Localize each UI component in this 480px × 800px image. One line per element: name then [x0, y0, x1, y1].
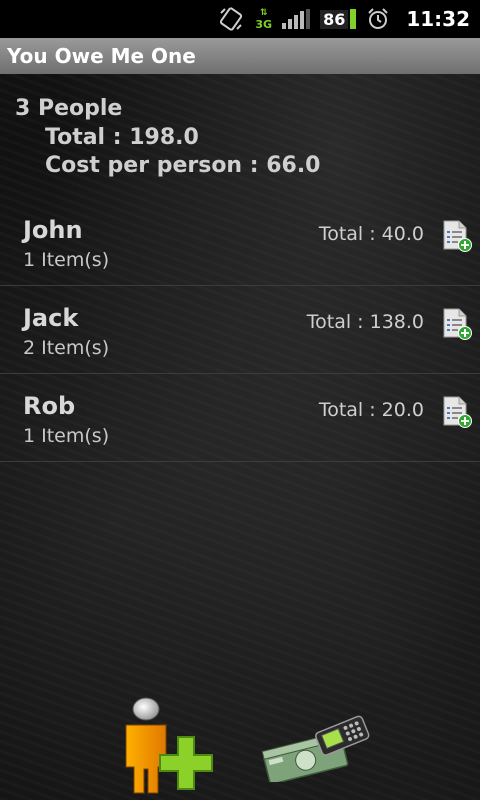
- add-item-document-icon: [443, 396, 472, 428]
- person-total: Total : 40.0: [318, 223, 424, 245]
- app-screen: ⇅ 3G 86 11:32 You Owe Me One 3 People To…: [0, 0, 480, 800]
- cost-per-person: Cost per person : 66.0: [45, 153, 321, 178]
- person-item-count: 2 Item(s): [23, 337, 110, 359]
- battery-level: 86: [320, 9, 349, 29]
- person-total: Total : 138.0: [306, 311, 424, 333]
- screen-rotation-icon: [219, 7, 245, 31]
- status-time: 11:32: [406, 7, 470, 31]
- person-list: John 1 Item(s) Total : 40.0 Jack 2 Item(…: [0, 198, 480, 462]
- network-type-indicator: ⇅ 3G: [255, 8, 273, 31]
- alarm-clock-icon: [366, 7, 390, 31]
- money-phone-icon: [261, 715, 370, 785]
- person-item-count: 1 Item(s): [23, 425, 110, 447]
- app-title-bar: You Owe Me One: [0, 38, 480, 74]
- person-row-rob[interactable]: Rob 1 Item(s) Total : 20.0: [0, 374, 480, 462]
- add-item-document-icon: [443, 220, 472, 252]
- add-item-button[interactable]: [442, 220, 472, 252]
- signal-strength-icon: [282, 9, 311, 29]
- person-total: Total : 20.0: [318, 399, 424, 421]
- person-name: Jack: [23, 304, 79, 332]
- add-item-button[interactable]: [442, 308, 472, 340]
- add-item-button[interactable]: [442, 396, 472, 428]
- add-person-button[interactable]: [120, 695, 224, 795]
- app-title: You Owe Me One: [7, 44, 196, 68]
- person-name: Rob: [23, 392, 76, 420]
- add-person-icon: [125, 697, 213, 794]
- grand-total: Total : 198.0: [45, 125, 199, 150]
- battery-icon: [350, 9, 357, 29]
- people-count: 3 People: [15, 96, 123, 121]
- split-payment-button[interactable]: [258, 712, 380, 785]
- person-row-john[interactable]: John 1 Item(s) Total : 40.0: [0, 198, 480, 286]
- person-row-jack[interactable]: Jack 2 Item(s) Total : 138.0: [0, 286, 480, 374]
- status-bar: ⇅ 3G 86 11:32: [0, 0, 480, 38]
- person-name: John: [23, 216, 83, 244]
- person-item-count: 1 Item(s): [23, 249, 110, 271]
- battery-indicator: 86: [320, 9, 357, 29]
- summary-panel: 3 People Total : 198.0 Cost per person :…: [15, 94, 321, 180]
- add-item-document-icon: [443, 308, 472, 340]
